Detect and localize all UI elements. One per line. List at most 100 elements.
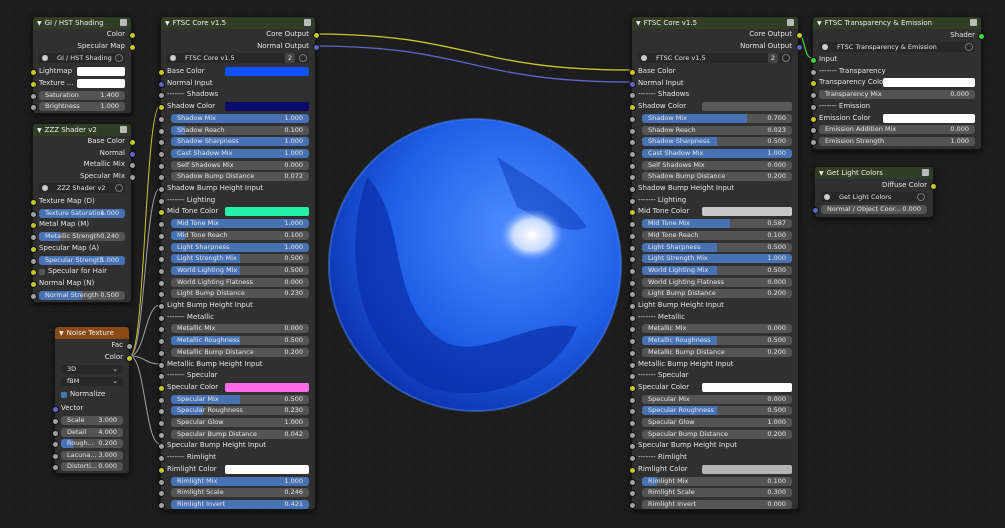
socket-specular-glow[interactable]: [158, 420, 165, 427]
socket-input[interactable]: [810, 57, 817, 64]
socket-shadow-color[interactable]: [629, 104, 636, 112]
collapse-chevron-icon[interactable]: ▼: [636, 20, 641, 27]
socket-specular-bump-distance[interactable]: [629, 431, 636, 439]
metallic-strength-field[interactable]: Metallic Strength 0.240: [39, 232, 125, 242]
socket-specular-for-hair[interactable]: [30, 269, 37, 277]
normalize-checkbox[interactable]: [61, 392, 67, 398]
socket-specular-map-a[interactable]: [30, 245, 37, 253]
socket-specular-bump-height-input[interactable]: [158, 443, 165, 451]
node-group-selector[interactable]: GI / HST Shading: [39, 53, 125, 63]
shadow-color-swatch[interactable]: [702, 102, 792, 112]
socket-shadow-reach[interactable]: [629, 127, 636, 135]
node-header[interactable]: ▼ FTSC Core v1.5: [632, 17, 798, 29]
socket-self-shadows-mix[interactable]: [629, 162, 636, 170]
node-header[interactable]: ▼ FTSC Core v1.5: [161, 17, 315, 29]
socket-rimlight[interactable]: [158, 455, 165, 463]
socket-diffuse-color-output[interactable]: [930, 183, 937, 190]
socket-metallic-mix[interactable]: [158, 326, 165, 334]
socket-metallic-strength[interactable]: [30, 234, 37, 242]
node-get-light-colors[interactable]: ▼ Get Light Colors Diffuse Color Get Ligh…: [812, 166, 937, 218]
node-group-selector[interactable]: ZZZ Shader v2: [39, 183, 125, 193]
socket-emission-color[interactable]: [810, 115, 817, 123]
mid-tone-color-swatch[interactable]: [702, 207, 792, 217]
socket-texture[interactable]: [30, 81, 37, 88]
specular-mix-field[interactable]: Specular Mix 0.500: [171, 394, 309, 404]
socket-specular-roughness[interactable]: [158, 408, 165, 416]
metallic-roughness-field[interactable]: Metallic Roughness 0.500: [642, 336, 792, 346]
specular-glow-field[interactable]: Specular Glow 1.000: [171, 418, 309, 427]
self-shadows-mix-field[interactable]: Self Shadows Mix 0.000: [642, 160, 792, 170]
socket-emission-addition-mix[interactable]: [810, 127, 817, 135]
socket-shadow-bump-height-input[interactable]: [629, 186, 636, 193]
socket-light-bump-height-input[interactable]: [158, 303, 165, 310]
socket-base-color[interactable]: [158, 69, 165, 76]
shadow-mix-field[interactable]: Shadow Mix 0.700: [642, 113, 792, 123]
specular-roughness-field[interactable]: Specular Roughness 0.500: [642, 406, 792, 416]
socket-shadow-reach[interactable]: [158, 127, 165, 135]
light-sharpness-field[interactable]: Light Sharpness 1.000: [171, 242, 309, 252]
node-group-selector[interactable]: Get Light Colors: [821, 192, 927, 202]
texture-color-swatch[interactable]: [77, 79, 125, 88]
socket-transparency[interactable]: [810, 68, 817, 76]
socket-transparency-mix[interactable]: [810, 92, 817, 100]
socket-specular-glow[interactable]: [629, 420, 636, 427]
mid-tone-mix-field[interactable]: Mid Tone Mix 0.587: [642, 219, 792, 229]
mid-tone-mix-field[interactable]: Mid Tone Mix 1.000: [171, 219, 309, 229]
socket-shadow-mix[interactable]: [158, 115, 165, 123]
socket-metallic[interactable]: [629, 314, 636, 322]
socket-cast-shadow-mix[interactable]: [629, 150, 636, 158]
socket-metallic-bump-height-input[interactable]: [629, 361, 636, 369]
specular-bump-distance-field[interactable]: Specular Bump Distance 0.200: [642, 429, 792, 439]
node-ftsc-transparency-emission[interactable]: ▼ FTSC Transparency & Emission Shader FTSC…: [810, 16, 985, 150]
collapse-chevron-icon[interactable]: ▼: [819, 170, 824, 177]
specular-strength-field[interactable]: Specular Strength 1.000: [39, 255, 125, 265]
socket-shader-output[interactable]: [978, 33, 985, 40]
metallic-roughness-field[interactable]: Metallic Roughness 0.500: [171, 336, 309, 346]
socket-core-output-output[interactable]: [796, 32, 803, 39]
socket-fac-output[interactable]: [126, 343, 133, 350]
socket-metallic-bump-distance[interactable]: [629, 349, 636, 357]
user-count[interactable]: 2: [767, 53, 778, 63]
socket-mid-tone-color[interactable]: [158, 209, 165, 217]
node-gi-hst-shading[interactable]: ▼ GI / HST Shading Color Specular Map GI …: [30, 16, 136, 114]
node-group-selector[interactable]: FTSC Core v1.5 2: [167, 53, 309, 63]
socket-base-color[interactable]: [629, 69, 636, 76]
socket-mid-tone-mix[interactable]: [158, 221, 165, 229]
socket-shadow-mix[interactable]: [629, 115, 636, 123]
socket-texture-saturation[interactable]: [30, 210, 37, 218]
socket-color-output[interactable]: [126, 355, 133, 362]
node-zzz-shader[interactable]: ▼ ZZZ Shader v2 Base Color Normal Metallic …: [30, 123, 136, 303]
dimensions-dropdown[interactable]: 3D ⌄: [61, 365, 123, 374]
shadow-bump-distance-field[interactable]: Shadow Bump Distance 0.072: [171, 172, 309, 182]
collapse-chevron-icon[interactable]: ▼: [817, 20, 822, 27]
rimlight-color-swatch[interactable]: [702, 464, 792, 474]
collapse-chevron-icon[interactable]: ▼: [59, 330, 64, 337]
base-color-swatch[interactable]: [225, 67, 309, 76]
socket-vector[interactable]: [52, 406, 59, 413]
fake-user-shield-icon[interactable]: [782, 54, 790, 62]
socket-rimlight-scale[interactable]: [158, 490, 165, 498]
socket-detail[interactable]: [52, 429, 59, 437]
socket-mid-tone-reach[interactable]: [629, 232, 636, 240]
socket-lacuna[interactable]: [52, 452, 59, 460]
fake-user-shield-icon[interactable]: [115, 54, 123, 62]
rimlight-scale-field[interactable]: Rimlight Scale 0.300: [642, 488, 792, 498]
socket-self-shadows-mix[interactable]: [158, 162, 165, 170]
socket-lighting[interactable]: [158, 197, 165, 205]
socket-transparency-color[interactable]: [810, 80, 817, 88]
saturation-field[interactable]: Saturation 1.400: [39, 91, 125, 100]
emission-strength-field[interactable]: Emission Strength 1.000: [819, 136, 975, 146]
light-bump-distance-field[interactable]: Light Bump Distance 0.230: [171, 289, 309, 299]
emission-addition-mix-field[interactable]: Emission Addition Mix 0.000: [819, 125, 975, 135]
socket-world-lighting-flatness[interactable]: [629, 279, 636, 287]
rough-field[interactable]: Rough... 0.200: [61, 439, 123, 448]
node-group-selector[interactable]: FTSC Core v1.5 2: [638, 53, 792, 63]
socket-shadow-color[interactable]: [158, 104, 165, 112]
socket-shadow-sharpness[interactable]: [158, 139, 165, 147]
world-lighting-flatness-field[interactable]: World Lighting Flatness 0.000: [171, 277, 309, 287]
socket-rough[interactable]: [52, 441, 59, 448]
distorti-field[interactable]: Distorti... 0.000: [61, 462, 123, 471]
socket-distorti[interactable]: [52, 464, 59, 471]
socket-specular-color[interactable]: [158, 384, 165, 392]
socket-world-lighting-mix[interactable]: [629, 267, 636, 275]
